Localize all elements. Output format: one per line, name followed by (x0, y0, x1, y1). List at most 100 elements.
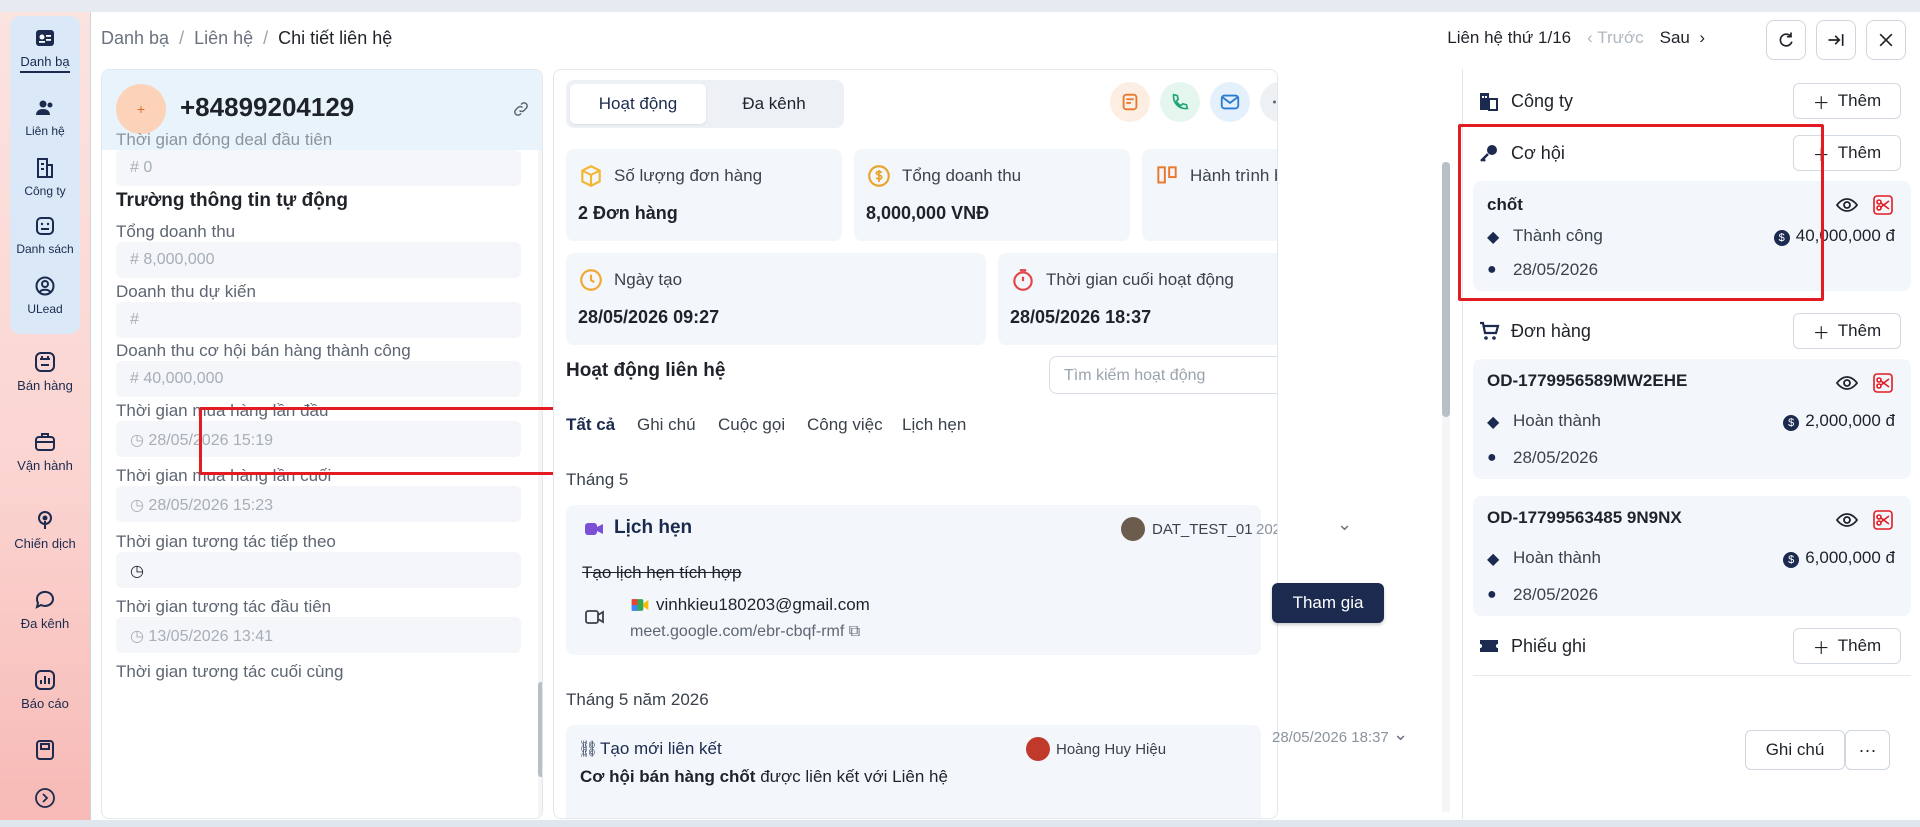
contact-phone: +84899204129 (180, 92, 355, 122)
nav-item-lien-he[interactable]: Liên hệ (0, 96, 90, 138)
clock-icon: ◷ (130, 432, 144, 449)
order-card[interactable]: OD-17799563485 9N9NX ◆ Hoàn thành $6,000… (1473, 496, 1911, 616)
video-icon (585, 523, 603, 535)
order-amount: $2,000,000 đ (1783, 411, 1895, 431)
revenue-label: Tổng doanh thu (116, 222, 236, 241)
subtab-notes[interactable]: Ghi chú (637, 415, 696, 435)
pager-prev-button[interactable]: ‹ Trước (1587, 28, 1644, 48)
cart-icon (1480, 321, 1500, 340)
nav-item-van-hanh[interactable]: Vận hành (0, 430, 90, 473)
clock-icon: ● (1487, 449, 1497, 466)
join-meeting-button[interactable]: Tham gia (1272, 583, 1384, 623)
breadcrumb-lien-he[interactable]: Liên hệ (194, 28, 253, 48)
add-company-button[interactable]: ＋ Thêm (1793, 83, 1901, 119)
revenue-field[interactable]: # 8,000,000 (116, 242, 521, 278)
unlink-icon[interactable] (1871, 371, 1895, 395)
clock-icon (580, 269, 602, 291)
link-activity-time: 28/05/2026 18:37 (1272, 729, 1389, 746)
app-window: Danh bạ Liên hệ Công ty Danh sách ULead … (0, 0, 1920, 827)
bottom-strip (0, 820, 1920, 827)
note-action-button[interactable] (1110, 82, 1150, 122)
building-icon (1480, 93, 1498, 111)
opp-revenue-label: Doanh thu cơ hội bán hàng thành công (116, 341, 411, 360)
last-interact-label: Thời gian tương tác cuối cùng (116, 662, 344, 681)
timer-icon (1013, 269, 1033, 291)
pager-position: Liên hệ thứ 1/16 (1447, 28, 1572, 47)
tag-icon: ◆ (1487, 551, 1500, 568)
call-action-button[interactable] (1160, 82, 1200, 122)
subtab-tasks[interactable]: Công việc (807, 415, 883, 435)
add-order-button[interactable]: ＋ Thêm (1793, 313, 1901, 349)
activity-search-input[interactable]: Tìm kiếm hoạt động (1049, 356, 1277, 394)
expected-revenue-field[interactable]: # (116, 302, 521, 338)
dollar-icon: $ (1783, 552, 1800, 568)
stat-sales-journey[interactable]: Hành trình bán hàng (1142, 149, 1277, 241)
eye-icon[interactable] (1835, 193, 1859, 217)
meet-email: vinhkieu180203@gmail.com (656, 595, 870, 614)
center-scroll-thumb[interactable] (1442, 162, 1450, 417)
kanban-icon (1157, 166, 1177, 184)
breadcrumb-danh-ba[interactable]: Danh bạ (101, 28, 169, 48)
collapse-panel-button[interactable] (1816, 20, 1856, 60)
order-code: OD-17799563485 9N9NX (1487, 508, 1682, 527)
order-code: OD-1779956589MW2EHE (1487, 371, 1688, 390)
nav-item-danh-ba[interactable]: Danh bạ (0, 26, 90, 73)
unlink-icon[interactable] (1871, 193, 1895, 217)
close-button[interactable] (1866, 20, 1906, 60)
nav-item-bao-cao[interactable]: Báo cáo (0, 668, 90, 711)
eye-icon[interactable] (1835, 371, 1859, 395)
center-tabs: Hoạt động Đa kênh (566, 80, 844, 128)
subtab-calls[interactable]: Cuộc gọi (718, 415, 785, 435)
nav-item-save[interactable] (0, 738, 90, 766)
breadcrumb-current: Chi tiết liên hệ (278, 28, 393, 48)
meet-link[interactable]: meet.google.com/ebr-cbqf-rmf ⧉ (630, 623, 860, 641)
expand-nav-button[interactable] (0, 786, 90, 814)
tab-da-kenh[interactable]: Đa kênh (708, 84, 840, 124)
more-options-button[interactable]: ··· (1845, 730, 1890, 770)
building-icon (32, 156, 58, 180)
eye-icon[interactable] (1835, 508, 1859, 532)
last-buy-field[interactable]: ◷ 28/05/2026 15:23 (116, 486, 521, 522)
pager-next-button[interactable]: Sau › (1660, 28, 1705, 48)
broadcast-icon (32, 508, 58, 532)
first-interact-field[interactable]: ◷ 13/05/2026 13:41 (116, 617, 521, 653)
unlink-icon[interactable] (1871, 508, 1895, 532)
activity-panel: Hoạt động Đa kênh Số lượng đơn hàng 2 Đơ… (553, 69, 1278, 819)
order-card[interactable]: OD-1779956589MW2EHE ◆ Hoàn thành $2,000,… (1473, 359, 1911, 479)
google-meet-icon (631, 599, 649, 611)
copy-icon[interactable]: ⧉ (849, 623, 860, 640)
nav-item-chien-dich[interactable]: Chiến dịch (0, 508, 90, 551)
nav-item-ulead[interactable]: ULead (0, 274, 90, 316)
chat-icon (32, 588, 58, 612)
next-interact-field[interactable]: ◷ (116, 552, 521, 588)
nav-item-danh-sach[interactable]: Danh sách (0, 214, 90, 256)
opp-revenue-field[interactable]: # 40,000,000 (116, 361, 521, 397)
plus-icon: ＋ (1812, 638, 1830, 658)
link-expand-chevron[interactable]: ⌄ (1393, 724, 1408, 745)
link-icon[interactable] (512, 100, 530, 118)
refresh-button[interactable] (1766, 20, 1806, 60)
more-actions-button[interactable] (1260, 82, 1277, 122)
nav-item-cong-ty[interactable]: Công ty (0, 156, 90, 198)
add-note-button[interactable]: ＋ Thêm (1793, 628, 1901, 664)
left-panel-scroll-thumb[interactable] (538, 682, 542, 777)
mail-icon (1220, 94, 1240, 110)
subtab-all[interactable]: Tất cả (566, 415, 615, 437)
phone-icon (1172, 93, 1189, 110)
plus-icon: ＋ (1812, 93, 1830, 113)
tab-hoat-dong[interactable]: Hoạt động (570, 84, 706, 124)
clock-icon: ◷ (130, 628, 144, 645)
first-interact-label: Thời gian tương tác đầu tiên (116, 597, 332, 616)
users-icon (32, 96, 58, 120)
email-action-button[interactable] (1210, 82, 1250, 122)
appointment-time: 2026-05-27 14:30 (1256, 521, 1277, 538)
appointment-expand-chevron[interactable]: ⌄ (1337, 514, 1352, 535)
note-button[interactable]: Ghi chú (1745, 730, 1845, 770)
nav-item-da-kenh[interactable]: Đa kênh (0, 588, 90, 631)
top-strip (0, 0, 1920, 12)
first-deal-field[interactable]: # 0 (116, 150, 521, 186)
nav-item-ban-hang[interactable]: Bán hàng (0, 350, 90, 393)
subtab-appointments[interactable]: Lịch hẹn (902, 415, 966, 435)
ticket-icon (1480, 640, 1498, 652)
avatar[interactable]: + (116, 84, 166, 134)
